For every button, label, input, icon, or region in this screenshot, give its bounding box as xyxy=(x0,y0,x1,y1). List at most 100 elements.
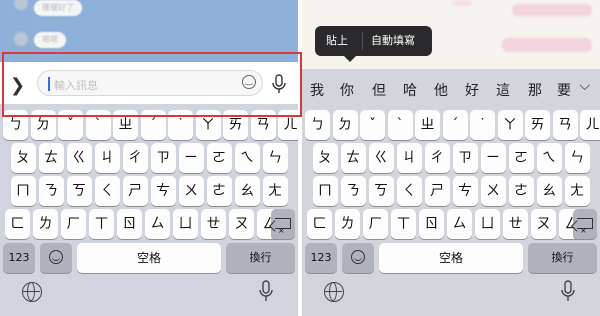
key-2-7[interactable]: ㄜ xyxy=(206,176,232,206)
key-0-7[interactable]: ㄚ xyxy=(497,110,523,140)
key-3-1[interactable]: ㄌ xyxy=(33,209,58,239)
space-key[interactable]: 空格 xyxy=(77,243,221,273)
key-1-6[interactable]: ㄧ xyxy=(178,143,204,173)
key-1-1[interactable]: ㄊ xyxy=(38,143,64,173)
emoji-key[interactable] xyxy=(342,243,374,273)
key-1-0[interactable]: ㄆ xyxy=(10,143,36,173)
key-3-3[interactable]: ㄒ xyxy=(391,209,416,239)
key-1-4[interactable]: ㄔ xyxy=(122,143,148,173)
key-2-4[interactable]: ㄕ xyxy=(122,176,148,206)
key-3-4[interactable]: ㄖ xyxy=(419,209,444,239)
numbers-key[interactable]: 123 xyxy=(305,243,337,273)
key-2-1[interactable]: ㄋ xyxy=(38,176,64,206)
delete-key[interactable]: × xyxy=(573,209,597,239)
key-3-2[interactable]: ㄏ xyxy=(363,209,388,239)
key-3-6[interactable]: ㄩ xyxy=(475,209,500,239)
autofill-button[interactable]: 自動填寫 xyxy=(371,26,415,56)
key-1-7[interactable]: ㄛ xyxy=(206,143,232,173)
key-0-0[interactable]: ㄅ xyxy=(305,110,330,140)
highlight-box xyxy=(2,52,302,117)
key-2-8[interactable]: ㄠ xyxy=(234,176,260,206)
key-3-3[interactable]: ㄒ xyxy=(89,209,114,239)
key-2-9[interactable]: ㄤ xyxy=(564,176,590,206)
suggestion-item[interactable]: 我 xyxy=(310,80,324,100)
key-1-1[interactable]: ㄊ xyxy=(340,143,366,173)
key-1-8[interactable]: ㄟ xyxy=(234,143,260,173)
suggestion-item[interactable]: 好 xyxy=(465,80,479,100)
key-3-7[interactable]: ㄝ xyxy=(503,209,528,239)
globe-icon[interactable] xyxy=(22,282,42,302)
key-1-5[interactable]: ㄗ xyxy=(150,143,176,173)
key-1-3[interactable]: ㄐ xyxy=(94,143,120,173)
key-2-7[interactable]: ㄜ xyxy=(508,176,534,206)
key-2-0[interactable]: ㄇ xyxy=(10,176,36,206)
key-1-7[interactable]: ㄛ xyxy=(508,143,534,173)
key-1-5[interactable]: ㄗ xyxy=(452,143,478,173)
space-key[interactable]: 空格 xyxy=(379,243,523,273)
key-2-2[interactable]: ㄎ xyxy=(368,176,394,206)
key-3-8[interactable]: ㄡ xyxy=(531,209,556,239)
key-0-8[interactable]: ㄞ xyxy=(525,110,550,140)
key-1-6[interactable]: ㄧ xyxy=(480,143,506,173)
key-0-5[interactable]: ˊ xyxy=(442,110,468,140)
key-0-2[interactable]: ˇ xyxy=(360,110,385,140)
delete-key[interactable]: × xyxy=(271,209,295,239)
chevron-down-icon[interactable]: ⌵ xyxy=(579,78,590,94)
suggestion-item[interactable]: 他 xyxy=(434,80,448,100)
key-2-8[interactable]: ㄠ xyxy=(536,176,562,206)
key-3-0[interactable]: ㄈ xyxy=(5,209,30,239)
key-0-9[interactable]: ㄢ xyxy=(552,110,578,140)
key-3-7[interactable]: ㄝ xyxy=(201,209,226,239)
key-1-8[interactable]: ㄟ xyxy=(536,143,562,173)
key-3-1[interactable]: ㄌ xyxy=(335,209,360,239)
key-3-0[interactable]: ㄈ xyxy=(307,209,332,239)
key-3-6[interactable]: ㄩ xyxy=(173,209,198,239)
key-1-0[interactable]: ㄆ xyxy=(312,143,338,173)
key-0-4[interactable]: ㄓ xyxy=(415,110,440,140)
key-0-6[interactable]: ˙ xyxy=(470,110,495,140)
emoji-key[interactable] xyxy=(40,243,72,273)
key-2-6[interactable]: ㄨ xyxy=(178,176,204,206)
key-1-2[interactable]: ㄍ xyxy=(368,143,394,173)
key-1-4[interactable]: ㄔ xyxy=(424,143,450,173)
paste-button[interactable]: 貼上 xyxy=(326,26,348,56)
return-key[interactable]: 換行 xyxy=(226,243,295,273)
key-0-3[interactable]: ˋ xyxy=(387,110,413,140)
key-3-4[interactable]: ㄖ xyxy=(117,209,142,239)
globe-icon[interactable] xyxy=(324,282,344,302)
key-2-5[interactable]: ㄘ xyxy=(452,176,478,206)
key-2-0[interactable]: ㄇ xyxy=(312,176,338,206)
key-3-8[interactable]: ㄡ xyxy=(229,209,254,239)
key-3-2[interactable]: ㄏ xyxy=(61,209,86,239)
key-1-2[interactable]: ㄍ xyxy=(66,143,92,173)
suggestion-item[interactable]: 但 xyxy=(372,80,386,100)
blurred-message xyxy=(502,38,592,52)
key-0-1[interactable]: ㄉ xyxy=(332,110,358,140)
key-2-6[interactable]: ㄨ xyxy=(480,176,506,206)
key-1-9[interactable]: ㄣ xyxy=(262,143,288,173)
key-2-2[interactable]: ㄎ xyxy=(66,176,92,206)
key-1-3[interactable]: ㄐ xyxy=(396,143,422,173)
key-1-9[interactable]: ㄣ xyxy=(564,143,590,173)
key-0-10[interactable]: ㄦ xyxy=(580,110,600,140)
key-2-3[interactable]: ㄑ xyxy=(396,176,422,206)
numbers-key[interactable]: 123 xyxy=(3,243,35,273)
edit-menu-popup: 貼上 自動填寫 xyxy=(315,26,432,62)
key-2-3[interactable]: ㄑ xyxy=(94,176,120,206)
suggestion-item[interactable]: 你 xyxy=(340,80,354,100)
suggestion-item[interactable]: 那 xyxy=(528,80,542,100)
dictation-mic-icon[interactable] xyxy=(259,280,273,302)
suggestion-item[interactable]: 要 xyxy=(557,80,571,100)
suggestion-item[interactable]: 這 xyxy=(496,80,510,100)
key-2-1[interactable]: ㄋ xyxy=(340,176,366,206)
delete-icon: × xyxy=(577,218,593,235)
return-key[interactable]: 換行 xyxy=(528,243,597,273)
popup-arrow xyxy=(343,55,357,62)
key-2-4[interactable]: ㄕ xyxy=(424,176,450,206)
key-3-5[interactable]: ㄙ xyxy=(447,209,472,239)
suggestion-item[interactable]: 哈 xyxy=(403,80,417,100)
key-2-9[interactable]: ㄤ xyxy=(262,176,288,206)
key-2-5[interactable]: ㄘ xyxy=(150,176,176,206)
key-3-5[interactable]: ㄙ xyxy=(145,209,170,239)
dictation-mic-icon[interactable] xyxy=(561,280,575,302)
